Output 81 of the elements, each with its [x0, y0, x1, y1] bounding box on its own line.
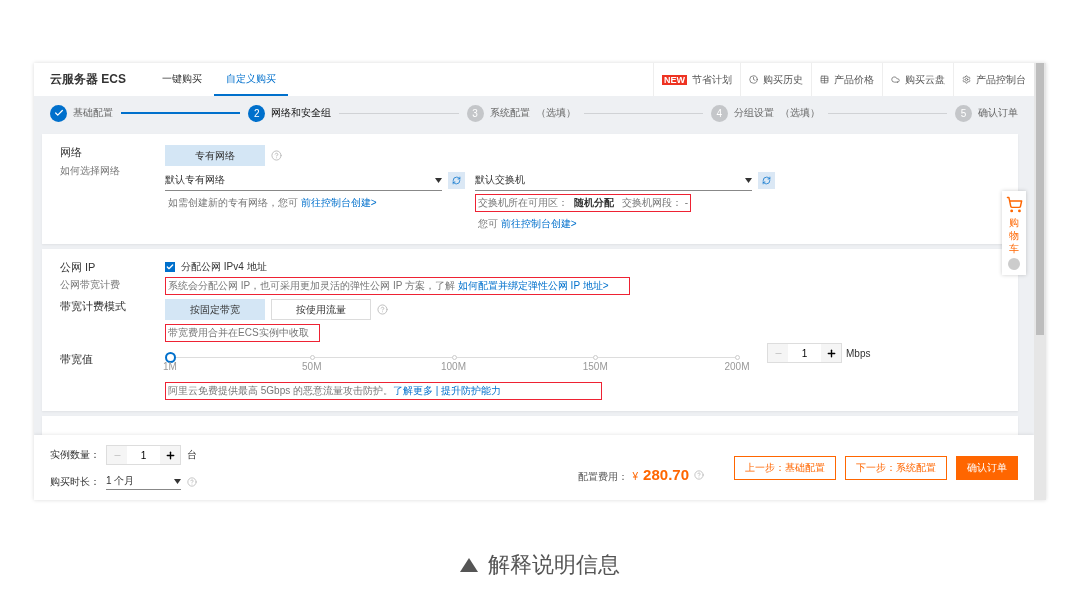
new-badge: NEW [662, 74, 687, 85]
upgrade-link[interactable]: 提升防护能力 [441, 385, 502, 396]
triangle-icon [460, 558, 478, 572]
help-icon[interactable] [271, 150, 282, 161]
step-note: （选填） [535, 106, 576, 120]
step-label: 确认订单 [978, 106, 1018, 120]
vpc-hint: 如需创建新的专有网络，您可 前往控制台创建> [167, 196, 378, 210]
eip-link[interactable]: 如何配置并绑定弹性公网 IP 地址> [457, 280, 609, 291]
step-number: 5 [955, 104, 972, 122]
checkbox[interactable] [165, 262, 175, 272]
fee-label: 配置费用： [577, 469, 628, 484]
section-label: 网络 [60, 145, 83, 160]
option-button[interactable]: 专有网络 [165, 145, 265, 166]
tick-label: 100M [441, 361, 466, 372]
help-icon[interactable] [377, 304, 388, 315]
zone-info: 交换机所在可用区： 随机分配 交换机网段： - [475, 194, 692, 212]
step-label: 基础配置 [73, 106, 113, 120]
step-label: 分组设置 [733, 106, 774, 120]
separator: | [435, 385, 439, 396]
scrollbar-thumb[interactable] [1036, 63, 1044, 335]
protection-hint: 阿里云免费提供最高 5Gbps 的恶意流量攻击防护。了解更多 | 提升防护能力 [165, 382, 603, 400]
caption: 解释说明信息 [488, 551, 620, 579]
plus-icon[interactable] [164, 449, 176, 461]
caret-icon [174, 478, 181, 484]
settings-icon [962, 75, 971, 84]
cloud-icon [891, 75, 900, 84]
console-link[interactable]: 前往控制台创建> [300, 197, 377, 208]
option-button[interactable]: 按固定带宽 [165, 299, 265, 320]
plus-icon[interactable] [825, 347, 837, 359]
vpc-select[interactable]: 默认专有网络 [165, 170, 442, 191]
number-stepper[interactable]: 1 [767, 343, 842, 363]
section-label: 公网 IP [60, 260, 97, 275]
help-icon[interactable] [694, 469, 704, 480]
vswitch-hint: 您可 前往控制台创建> [477, 217, 578, 231]
refresh-icon[interactable] [758, 172, 775, 189]
tick-label: 200M [724, 361, 750, 372]
help-link[interactable]: 如何选择网络 [60, 164, 165, 178]
duration-label: 购买时长： [50, 474, 100, 489]
fee-amount: 280.70 [643, 465, 689, 483]
step-number: 4 [710, 104, 728, 122]
tick-label: 150M [582, 361, 608, 372]
billing-hint: 带宽费用合并在ECS实例中收取 [165, 324, 320, 342]
circle-icon[interactable] [1008, 258, 1020, 270]
number-stepper[interactable]: 1 [106, 445, 181, 465]
step-label: 系统配置 [489, 106, 530, 120]
product-title: 云服务器 ECS [50, 71, 126, 88]
header-link[interactable]: 节省计划 [692, 72, 732, 87]
caret-icon [745, 177, 752, 183]
step-number: 3 [466, 104, 484, 122]
unit-label: 台 [187, 448, 197, 462]
header-link[interactable]: 购买历史 [763, 72, 803, 87]
option-button[interactable]: 按使用流量 [271, 299, 371, 320]
checkbox-label: 分配公网 IPv4 地址 [181, 260, 267, 274]
currency-symbol: ¥ [632, 470, 639, 482]
step-label: 网络和安全组 [271, 106, 332, 120]
section-label: 带宽计费模式 [60, 299, 127, 314]
learn-more-link[interactable]: 了解更多 [393, 385, 434, 396]
step-number: 2 [248, 104, 266, 122]
help-icon[interactable] [187, 476, 197, 487]
header-link[interactable]: 产品价格 [834, 72, 874, 87]
tab[interactable]: 一键购买 [150, 63, 214, 96]
slider-thumb[interactable] [165, 352, 176, 363]
duration-select[interactable]: 1 个月 [106, 473, 181, 490]
quantity-label: 实例数量： [50, 448, 100, 462]
tick-label: 50M [302, 361, 322, 372]
refresh-icon[interactable] [448, 172, 465, 189]
public-ip-hint: 系统会分配公网 IP，也可采用更加灵活的弹性公网 IP 方案，了解 如何配置并绑定弹性公网 IP 地址> [165, 277, 630, 295]
table-icon [820, 75, 829, 84]
unit-label: Mbps [846, 347, 871, 359]
caret-icon [435, 177, 442, 183]
section-sublabel: 公网带宽计费 [60, 278, 121, 292]
cart-icon[interactable] [1005, 196, 1023, 213]
section-label: 带宽值 [60, 352, 94, 367]
step-note: （选填） [779, 106, 820, 120]
header-link[interactable]: 购买云盘 [905, 72, 945, 87]
tab[interactable]: 自定义购买 [214, 63, 288, 96]
console-link[interactable]: 前往控制台创建> [500, 218, 577, 229]
tick-label: 1M [163, 361, 177, 372]
vswitch-select[interactable]: 默认交换机 [475, 170, 752, 191]
clock-icon [749, 75, 758, 84]
header-link[interactable]: 产品控制台 [976, 72, 1026, 87]
